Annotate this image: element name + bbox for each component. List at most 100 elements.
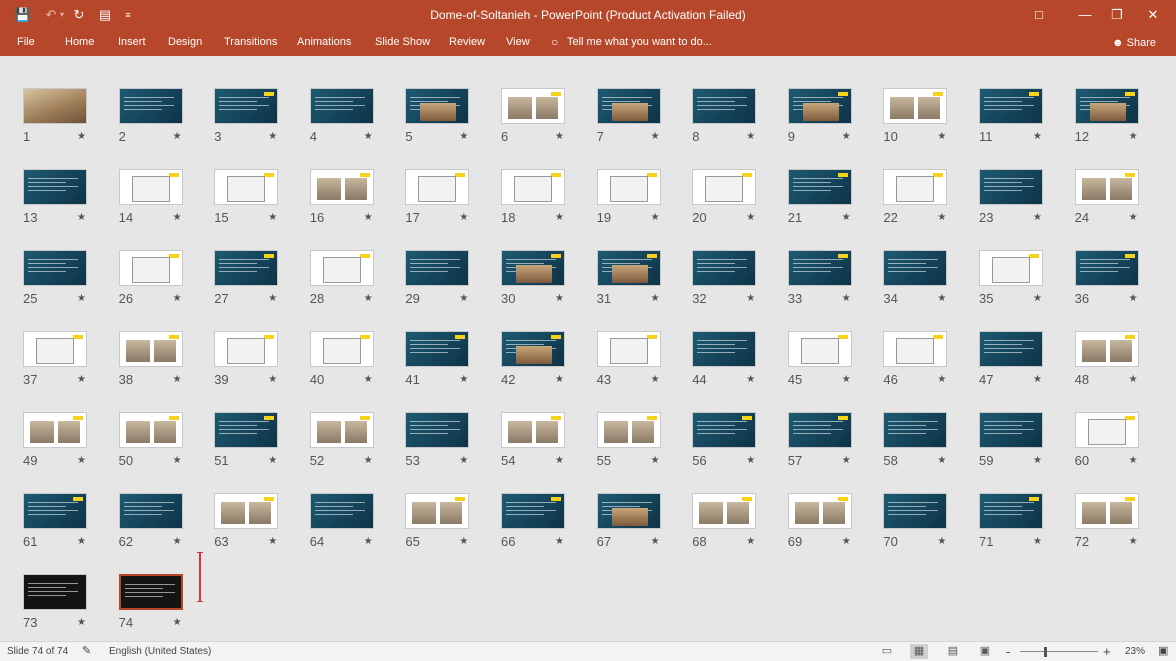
fit-to-window-icon[interactable]: ▣ — [1158, 642, 1168, 661]
animation-star-icon[interactable]: ★ — [77, 130, 86, 144]
animation-star-icon[interactable]: ★ — [77, 373, 86, 387]
slide-thumbnail[interactable]: 7 ★ — [594, 72, 676, 146]
slide-thumbnail[interactable]: 23 ★ — [976, 153, 1058, 227]
slide-thumbnail[interactable]: 31 ★ — [594, 234, 676, 308]
animation-star-icon[interactable]: ★ — [364, 373, 373, 387]
slide-thumbnail[interactable]: 41 ★ — [402, 315, 484, 389]
slide-thumbnail[interactable]: 18 ★ — [498, 153, 580, 227]
slide-thumbnail[interactable]: 29 ★ — [402, 234, 484, 308]
slide-thumbnail[interactable]: 24 ★ — [1072, 153, 1154, 227]
slide-preview[interactable] — [979, 250, 1043, 286]
animation-star-icon[interactable]: ★ — [842, 292, 851, 306]
share-button[interactable]: ☻ Share — [1104, 32, 1164, 54]
ribbon-display-options-icon[interactable]: □ — [1016, 0, 1062, 30]
animation-star-icon[interactable]: ★ — [364, 211, 373, 225]
tab-review[interactable]: Review — [449, 34, 485, 50]
animation-star-icon[interactable]: ★ — [268, 535, 277, 549]
slide-thumbnail[interactable]: 30 ★ — [498, 234, 580, 308]
animation-star-icon[interactable]: ★ — [937, 130, 946, 144]
animation-star-icon[interactable]: ★ — [1129, 130, 1138, 144]
slide-preview[interactable] — [118, 574, 183, 610]
slide-preview[interactable] — [23, 331, 87, 367]
animation-star-icon[interactable]: ★ — [268, 373, 277, 387]
slide-preview[interactable] — [309, 331, 374, 367]
slide-thumbnail[interactable]: 62 ★ — [116, 477, 198, 551]
animation-star-icon[interactable]: ★ — [364, 454, 373, 468]
notes-icon[interactable]: ✎ — [82, 642, 91, 661]
slide-preview[interactable] — [23, 493, 87, 529]
animation-star-icon[interactable]: ★ — [173, 373, 182, 387]
animation-star-icon[interactable]: ★ — [1129, 211, 1138, 225]
slide-thumbnail[interactable]: 37 ★ — [20, 315, 102, 389]
slide-thumbnail[interactable]: 66 ★ — [498, 477, 580, 551]
animation-star-icon[interactable]: ★ — [746, 373, 755, 387]
slide-preview[interactable] — [309, 493, 374, 529]
animation-star-icon[interactable]: ★ — [1033, 535, 1042, 549]
slide-thumbnail[interactable]: 68 ★ — [689, 477, 771, 551]
zoom-out-button[interactable]: - — [1006, 642, 1010, 661]
animation-star-icon[interactable]: ★ — [173, 535, 182, 549]
slide-thumbnail[interactable]: 4 ★ — [307, 72, 389, 146]
slide-thumbnail[interactable]: 5 ★ — [402, 72, 484, 146]
animation-star-icon[interactable]: ★ — [1033, 130, 1042, 144]
animation-star-icon[interactable]: ★ — [173, 292, 182, 306]
slide-preview[interactable] — [979, 493, 1043, 529]
slide-thumbnail[interactable]: 53 ★ — [402, 396, 484, 470]
slide-preview[interactable] — [787, 331, 852, 367]
close-icon[interactable]: ✕ — [1130, 0, 1176, 30]
slide-thumbnail[interactable]: 32 ★ — [689, 234, 771, 308]
slide-thumbnail[interactable]: 33 ★ — [785, 234, 867, 308]
slide-thumbnail[interactable]: 63 ★ — [211, 477, 293, 551]
animation-star-icon[interactable]: ★ — [651, 292, 660, 306]
slide-preview[interactable] — [118, 250, 183, 286]
slide-thumbnail[interactable]: 69 ★ — [785, 477, 867, 551]
slide-thumbnail[interactable]: 10 ★ — [880, 72, 962, 146]
slide-preview[interactable] — [118, 169, 183, 205]
slide-thumbnail[interactable]: 11 ★ — [976, 72, 1058, 146]
slide-preview[interactable] — [405, 493, 470, 529]
tab-insert[interactable]: Insert — [118, 34, 146, 50]
slide-thumbnail[interactable]: 57 ★ — [785, 396, 867, 470]
slide-preview[interactable] — [692, 250, 757, 286]
animation-star-icon[interactable]: ★ — [1033, 373, 1042, 387]
slide-thumbnail[interactable]: 26 ★ — [116, 234, 198, 308]
slide-preview[interactable] — [118, 493, 183, 529]
slide-preview[interactable] — [692, 169, 757, 205]
slide-thumbnail[interactable]: 52 ★ — [307, 396, 389, 470]
slide-preview[interactable] — [596, 331, 661, 367]
slide-preview[interactable] — [118, 412, 183, 448]
slide-preview[interactable] — [883, 169, 948, 205]
slide-thumbnail[interactable]: 40 ★ — [307, 315, 389, 389]
slide-thumbnail[interactable]: 38 ★ — [116, 315, 198, 389]
slide-preview[interactable] — [501, 331, 565, 367]
slide-thumbnail[interactable]: 19 ★ — [594, 153, 676, 227]
slide-preview[interactable] — [309, 412, 374, 448]
animation-star-icon[interactable]: ★ — [651, 373, 660, 387]
slide-preview[interactable] — [501, 250, 565, 286]
slide-thumbnail[interactable]: 71 ★ — [976, 477, 1058, 551]
animation-star-icon[interactable]: ★ — [842, 130, 851, 144]
slide-thumbnail[interactable]: 48 ★ — [1072, 315, 1154, 389]
slide-thumbnail[interactable]: 72 ★ — [1072, 477, 1154, 551]
slide-preview[interactable] — [979, 88, 1043, 124]
slide-thumbnail[interactable]: 13 ★ — [20, 153, 102, 227]
slide-preview[interactable] — [979, 412, 1043, 448]
reading-view-icon[interactable]: ▤ — [944, 644, 962, 659]
animation-star-icon[interactable]: ★ — [555, 292, 564, 306]
animation-star-icon[interactable]: ★ — [937, 211, 946, 225]
slide-preview[interactable] — [214, 250, 279, 286]
slide-preview[interactable] — [692, 412, 757, 448]
animation-star-icon[interactable]: ★ — [555, 211, 564, 225]
animation-star-icon[interactable]: ★ — [77, 535, 86, 549]
slide-preview[interactable] — [405, 88, 470, 124]
slide-preview[interactable] — [883, 88, 948, 124]
animation-star-icon[interactable]: ★ — [555, 130, 564, 144]
animation-star-icon[interactable]: ★ — [937, 454, 946, 468]
slide-thumbnail[interactable]: 21 ★ — [785, 153, 867, 227]
animation-star-icon[interactable]: ★ — [1033, 454, 1042, 468]
tab-file[interactable]: File — [17, 34, 35, 50]
animation-star-icon[interactable]: ★ — [1129, 292, 1138, 306]
animation-star-icon[interactable]: ★ — [459, 211, 468, 225]
slide-preview[interactable] — [883, 331, 948, 367]
animation-star-icon[interactable]: ★ — [651, 535, 660, 549]
